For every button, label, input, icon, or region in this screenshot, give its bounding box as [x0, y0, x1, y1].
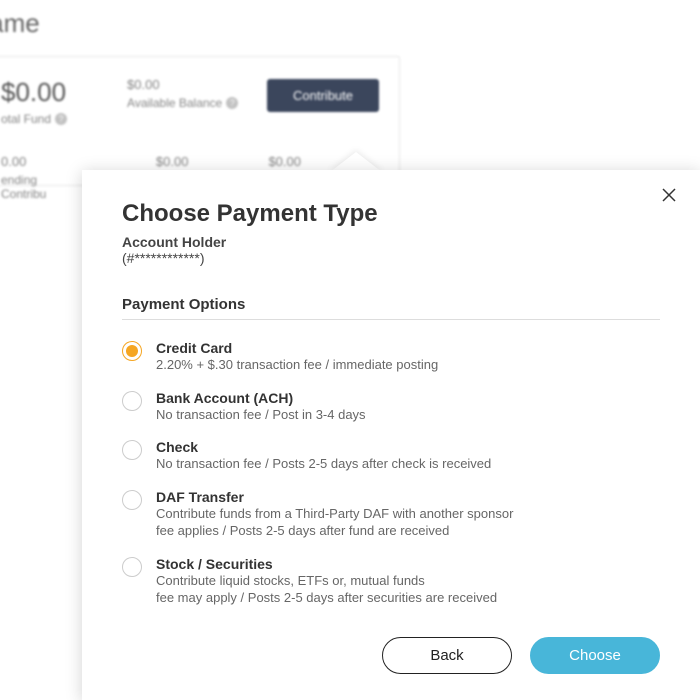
radio-icon[interactable] [122, 557, 142, 577]
contribute-button[interactable]: Contribute [267, 79, 379, 112]
page-title: er Name [0, 8, 40, 39]
radio-icon[interactable] [122, 341, 142, 361]
option-title: Check [156, 439, 491, 455]
payment-option[interactable]: CheckNo transaction fee / Posts 2-5 days… [122, 433, 660, 483]
modal-title: Choose Payment Type [122, 200, 660, 228]
payment-options-heading: Payment Options [122, 296, 660, 320]
total-fund-amount: $0.00 [1, 77, 67, 108]
option-title: Credit Card [156, 340, 438, 356]
payment-options-list: Credit Card2.20% + $.30 transaction fee … [122, 334, 660, 617]
payment-option[interactable]: Bank Account (ACH)No transaction fee / P… [122, 384, 660, 434]
stat-amount: $0.00 [268, 154, 301, 169]
total-fund-label: otal Fund [1, 112, 51, 126]
option-desc: No transaction fee / Posts 2-5 days afte… [156, 455, 491, 473]
back-button[interactable]: Back [382, 637, 512, 674]
available-label: Available Balance [127, 96, 222, 110]
help-icon[interactable]: ? [226, 97, 238, 109]
available-amount: $0.00 [127, 77, 238, 92]
pending-amount: 0.00 [1, 154, 76, 169]
option-title: Bank Account (ACH) [156, 390, 366, 406]
radio-icon[interactable] [122, 440, 142, 460]
stat-amount: $0.00 [156, 154, 189, 169]
choose-button[interactable]: Choose [530, 637, 660, 674]
account-mask: (#************) [122, 250, 660, 266]
option-title: DAF Transfer [156, 489, 513, 505]
payment-option[interactable]: Stock / SecuritiesContribute liquid stoc… [122, 550, 660, 617]
radio-icon[interactable] [122, 391, 142, 411]
option-desc: Contribute liquid stocks, ETFs or, mutua… [156, 572, 497, 607]
modal-pointer [330, 152, 382, 172]
payment-option[interactable]: Credit Card2.20% + $.30 transaction fee … [122, 334, 660, 384]
option-desc: No transaction fee / Post in 3-4 days [156, 406, 366, 424]
payment-option[interactable]: DAF TransferContribute funds from a Thir… [122, 483, 660, 550]
account-holder-label: Account Holder [122, 234, 660, 250]
option-desc: 2.20% + $.30 transaction fee / immediate… [156, 356, 438, 374]
help-icon[interactable]: ? [55, 113, 67, 125]
pending-label: ending Contribu [1, 173, 76, 201]
modal-actions: Back Choose [122, 637, 660, 674]
close-icon[interactable] [660, 186, 678, 209]
choose-payment-modal: Choose Payment Type Account Holder (#***… [82, 170, 700, 700]
option-title: Stock / Securities [156, 556, 497, 572]
option-desc: Contribute funds from a Third-Party DAF … [156, 505, 513, 540]
radio-icon[interactable] [122, 490, 142, 510]
